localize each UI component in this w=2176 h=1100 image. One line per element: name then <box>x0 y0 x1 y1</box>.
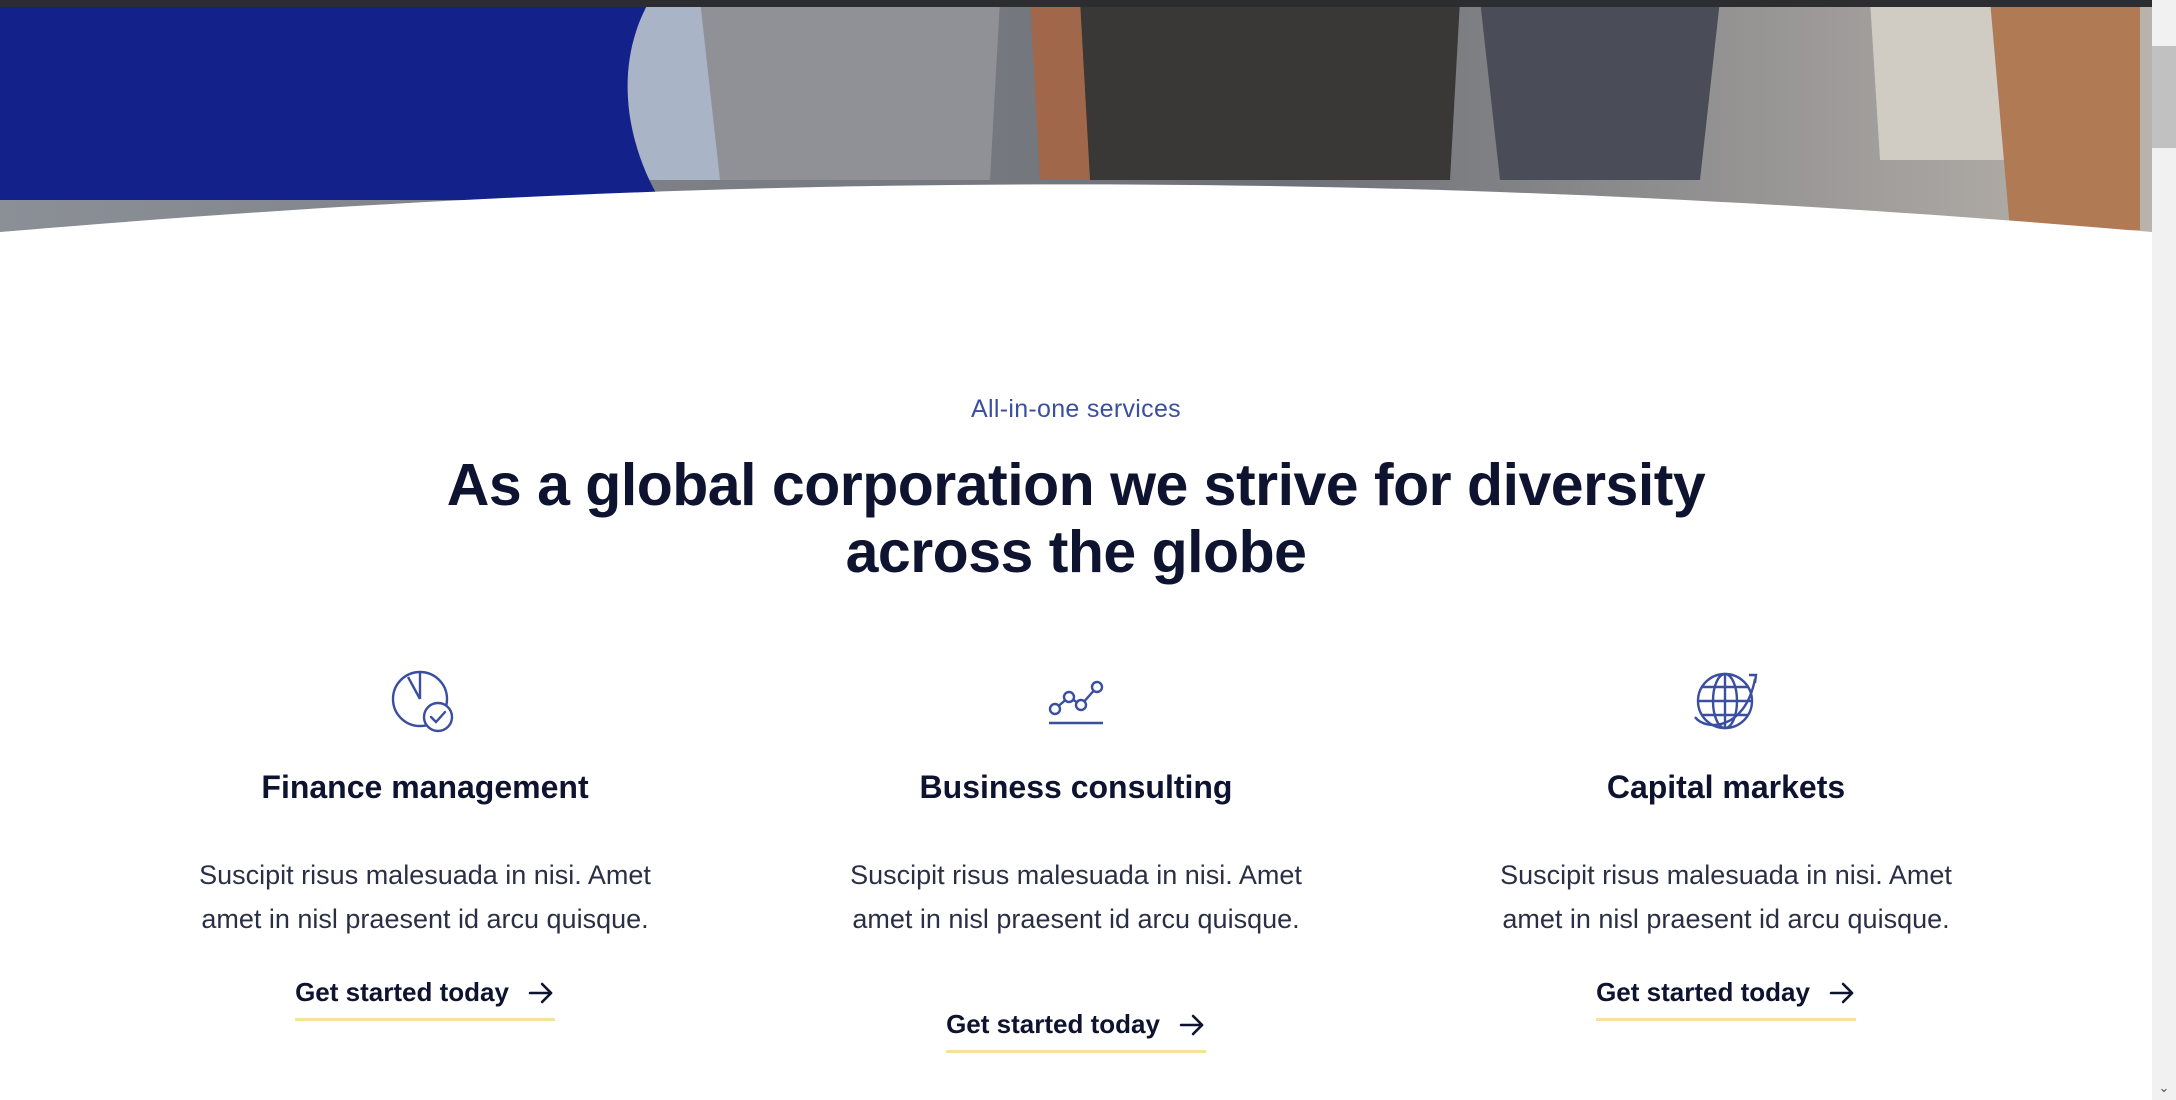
arrow-right-icon <box>1829 982 1854 1003</box>
get-started-link[interactable]: Get started today <box>946 1009 1206 1053</box>
card-title: Capital markets <box>1606 769 1846 805</box>
browser-top-edge <box>0 0 2152 7</box>
card-title: Finance management <box>261 769 589 805</box>
card-description: Suscipit risus malesuada in nisi. Amet a… <box>850 860 1302 934</box>
section-headline: As a global corporation we strive for di… <box>446 452 1706 585</box>
hero-image <box>0 0 2152 240</box>
cta-label: Get started today <box>295 977 509 1007</box>
service-card-capital-markets: Capital markets Suscipit risus malesuada… <box>1476 665 1976 1021</box>
service-cards: Finance management Suscipit risus malesu… <box>0 665 2152 1085</box>
service-card-finance: Finance management Suscipit risus malesu… <box>175 665 675 1021</box>
get-started-link[interactable]: Get started today <box>295 977 555 1021</box>
pie-chart-check-icon <box>391 670 454 733</box>
page-scrollbar[interactable]: ⌄ <box>2152 0 2176 1100</box>
card-title: Business consulting <box>919 769 1233 805</box>
cta-label: Get started today <box>946 1009 1160 1039</box>
services-section: All-in-one services As a global corporat… <box>0 395 2152 586</box>
cta-label: Get started today <box>1596 977 1810 1007</box>
card-description: Suscipit risus malesuada in nisi. Amet a… <box>1500 860 1952 934</box>
scroll-down-arrow-icon[interactable]: ⌄ <box>2152 1078 2176 1100</box>
line-chart-icon <box>1048 680 1104 725</box>
get-started-link[interactable]: Get started today <box>1596 977 1856 1021</box>
scrollbar-thumb[interactable] <box>2152 46 2176 148</box>
hero-photo-illustration <box>0 0 2152 240</box>
arrow-right-icon <box>1179 1014 1204 1035</box>
card-description: Suscipit risus malesuada in nisi. Amet a… <box>199 860 651 934</box>
arrow-right-icon <box>528 982 553 1003</box>
section-eyebrow: All-in-one services <box>971 395 1181 423</box>
globe-icon <box>1694 672 1758 730</box>
service-card-consulting: Business consulting Suscipit risus males… <box>826 665 1326 1053</box>
